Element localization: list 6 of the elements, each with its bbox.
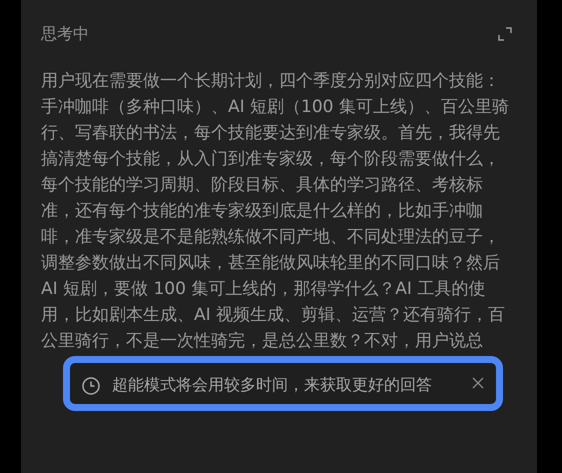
expand-icon[interactable]	[498, 27, 512, 41]
toast-message: 超能模式将会用较多时间，来获取更好的回答	[112, 374, 433, 396]
thinking-paragraph: 用户现在需要做一个长期计划，四个季度分别对应四个技能：手冲咖啡（多种口味）、AI 短剧（100 集可上线）、百公里骑行、写春联的书法，每个技能要达到准专家级。首先，我得先搞清楚每个技能，从入门到准专家级，每个阶段需要做什么，每个技能的学习周期、阶段目标、具体的学习路径、考核标准，还有每个技能的准专家级到底是什么样的，比如手冲咖啡，准专家级是不是能熟练做不同产地、不同处理法的豆子，调整参数做出不同风味，甚至能做风味轮里的不同口味？然后 AI 短剧，要做 100 集可上线的，那得学什么？AI 工具的使用，比如剧本生成、AI 视频生成、剪辑、运营？还有骑行，百公里骑行，不是一次性骑完，是总公里数？不对，用户说总	[41, 70, 510, 353]
clock-icon	[82, 377, 100, 395]
panel-title: 思考中	[41, 24, 89, 44]
close-icon[interactable]	[472, 377, 484, 389]
